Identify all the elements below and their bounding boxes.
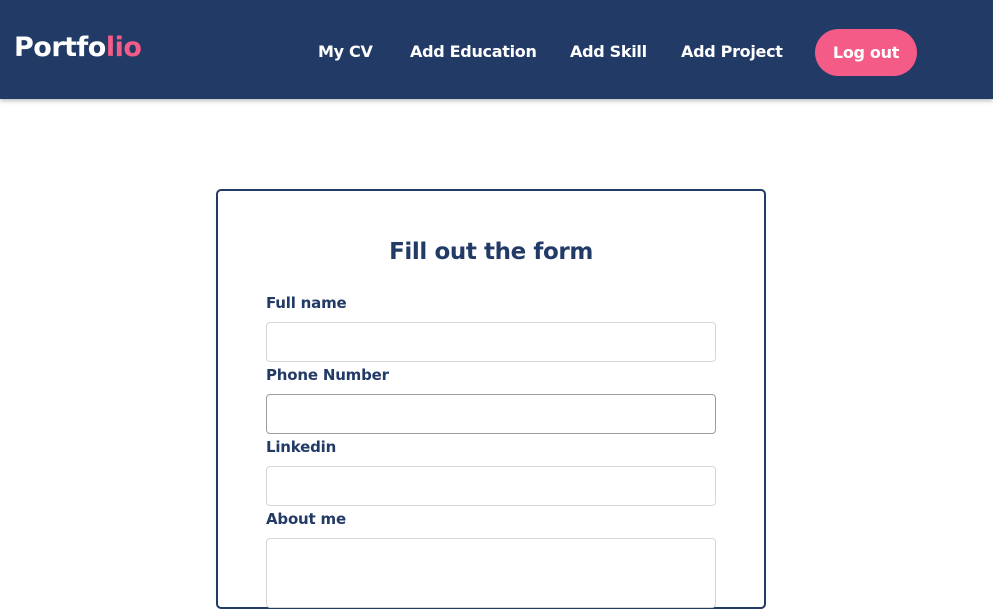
- nav-link-add-project[interactable]: Add Project: [681, 41, 783, 63]
- full-name-label: Full name: [266, 294, 347, 312]
- nav-link-add-skill[interactable]: Add Skill: [570, 41, 647, 63]
- nav-link-my-cv[interactable]: My CV: [318, 41, 373, 63]
- full-name-input[interactable]: [266, 322, 716, 362]
- linkedin-input[interactable]: [266, 466, 716, 506]
- logo[interactable]: Portfolio: [14, 30, 142, 66]
- linkedin-label: Linkedin: [266, 438, 337, 456]
- logo-text-main: Portfo: [14, 32, 106, 63]
- nav-link-add-education[interactable]: Add Education: [410, 41, 537, 63]
- cv-form-card: Fill out the form Full name Phone Number…: [216, 189, 766, 609]
- phone-number-input[interactable]: [266, 394, 716, 434]
- navbar: Portfolio My CV Add Education Add Skill …: [0, 0, 993, 99]
- phone-number-label: Phone Number: [266, 366, 389, 384]
- about-me-textarea[interactable]: [266, 538, 716, 608]
- about-me-label: About me: [266, 510, 346, 528]
- logout-button[interactable]: Log out: [815, 29, 917, 76]
- form-title: Fill out the form: [389, 239, 593, 265]
- logo-text-accent: lio: [105, 32, 142, 63]
